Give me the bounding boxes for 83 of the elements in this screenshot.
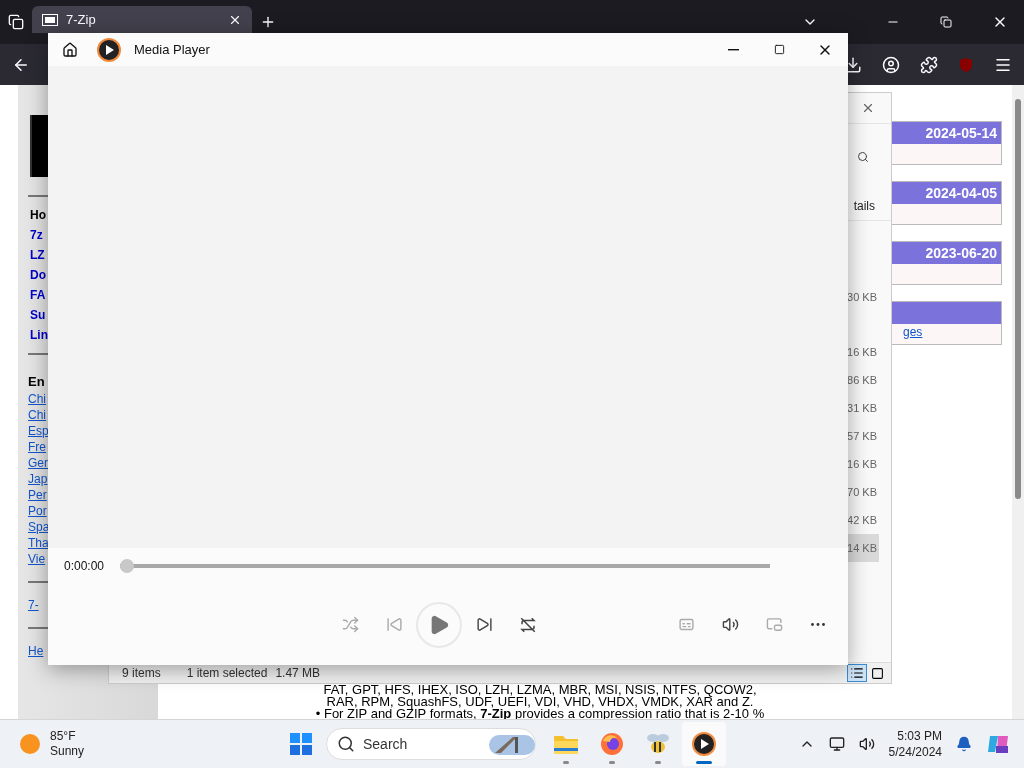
file-size[interactable]: 70 KB bbox=[845, 478, 879, 506]
monitor-icon[interactable] bbox=[828, 736, 845, 752]
file-size[interactable]: 16 KB bbox=[845, 338, 879, 366]
browser-icon bbox=[600, 732, 624, 756]
restore-icon[interactable] bbox=[940, 16, 952, 28]
nav-link[interactable]: Do bbox=[30, 265, 46, 285]
weather-condition: Sunny bbox=[50, 744, 85, 759]
tab-list-icon[interactable] bbox=[8, 14, 24, 30]
minimize-icon bbox=[727, 48, 739, 51]
media-player-icon bbox=[691, 731, 717, 757]
new-tab-icon[interactable] bbox=[260, 14, 276, 30]
language-link[interactable]: Chi bbox=[28, 407, 46, 423]
logo bbox=[30, 115, 50, 177]
nav-link[interactable]: Lin bbox=[30, 325, 48, 345]
more-icon bbox=[811, 623, 825, 626]
bell-icon[interactable] bbox=[956, 736, 972, 752]
folder-icon bbox=[553, 733, 579, 755]
file-size[interactable]: 30 KB bbox=[845, 283, 879, 311]
bee-icon bbox=[645, 732, 671, 756]
scrollbar[interactable] bbox=[1012, 85, 1024, 720]
release-date: 2024-05-14 bbox=[925, 125, 997, 141]
file-size[interactable]: 16 KB bbox=[845, 450, 879, 478]
body-text: • For ZIP and GZIP formats, 7-Zip provides a compression ratio that is 2-10 % bbox=[315, 708, 765, 720]
nav-link[interactable]: LZ bbox=[30, 245, 45, 265]
section-heading: En bbox=[28, 373, 45, 391]
extensions-icon[interactable] bbox=[920, 55, 938, 74]
link[interactable]: ges bbox=[903, 324, 923, 340]
sun-icon bbox=[20, 734, 40, 754]
speaker-icon[interactable] bbox=[858, 736, 875, 752]
file-size[interactable]: 31 KB bbox=[845, 394, 879, 422]
nav-link[interactable]: 7z bbox=[30, 225, 43, 245]
seek-thumb[interactable] bbox=[120, 559, 135, 573]
view-button[interactable] bbox=[847, 664, 867, 682]
language-link[interactable]: Per bbox=[28, 487, 47, 503]
toolbar-label[interactable]: tails bbox=[853, 199, 875, 213]
temperature: 85°F bbox=[50, 729, 77, 744]
media-player-icon bbox=[96, 36, 122, 63]
language-link[interactable]: Ger bbox=[28, 455, 48, 471]
link[interactable]: He bbox=[28, 643, 44, 659]
home-icon[interactable] bbox=[62, 41, 78, 58]
release-date: 2023-06-20 bbox=[925, 245, 997, 261]
list-view-icon bbox=[850, 666, 864, 680]
square-icon bbox=[870, 666, 884, 680]
captions-icon bbox=[677, 616, 695, 633]
language-link[interactable]: Chi bbox=[28, 391, 46, 407]
language-link[interactable]: Fre bbox=[28, 439, 46, 455]
play-button[interactable] bbox=[416, 601, 462, 648]
language-link[interactable]: Tha bbox=[28, 535, 49, 551]
volume-icon bbox=[721, 616, 739, 633]
selection-size: 1.47 MB bbox=[275, 666, 321, 680]
file-size[interactable]: 42 KB bbox=[845, 506, 879, 534]
repeat-off-icon bbox=[519, 615, 537, 634]
search-icon bbox=[337, 735, 355, 753]
selection-status: 1 item selected bbox=[186, 666, 268, 680]
body-text: FAT, GPT, HFS, IHEX, ISO, LZH, LZMA, MBR, MSI, NSIS, NTFS, QCOW2, bbox=[323, 684, 757, 696]
next-icon bbox=[475, 616, 493, 633]
link[interactable]: 7- bbox=[28, 597, 39, 613]
maximize-icon bbox=[773, 44, 785, 55]
file-size[interactable]: 86 KB bbox=[845, 366, 879, 394]
language-link[interactable]: Esp bbox=[28, 423, 49, 439]
search-icon[interactable] bbox=[857, 151, 869, 163]
start-icon[interactable] bbox=[290, 733, 312, 755]
previous-icon bbox=[385, 616, 403, 633]
language-link[interactable]: Por bbox=[28, 503, 47, 519]
clock[interactable]: 5:03 PM 5/24/2024 bbox=[888, 728, 942, 760]
language-link[interactable]: Vie bbox=[28, 551, 46, 567]
item-count: 9 items bbox=[122, 666, 161, 680]
release-date: 2024-04-05 bbox=[925, 185, 997, 201]
body-text: RAR, RPM, SquashFS, UDF, UEFI, VDI, VHD, VHDX, VMDK, XAR and Z. bbox=[326, 696, 754, 708]
shuffle-icon bbox=[341, 616, 359, 633]
browser-tab[interactable]: 7-Zip bbox=[32, 6, 252, 33]
taskbar-app[interactable] bbox=[682, 722, 726, 766]
account-icon[interactable] bbox=[882, 55, 900, 74]
weather-widget[interactable]: 85°F Sunny bbox=[0, 729, 290, 759]
elapsed-time: 0:00:00 bbox=[64, 559, 105, 573]
nav-link[interactable]: Su bbox=[30, 305, 46, 325]
window-title: Media Player bbox=[134, 42, 210, 57]
mini-player-icon bbox=[765, 616, 783, 633]
nav-link[interactable]: FA bbox=[30, 285, 46, 305]
language-link[interactable]: Spa bbox=[28, 519, 50, 535]
language-link[interactable]: Jap bbox=[28, 471, 48, 487]
file-size[interactable]: 57 KB bbox=[845, 422, 879, 450]
search-field[interactable]: Search bbox=[326, 728, 536, 760]
